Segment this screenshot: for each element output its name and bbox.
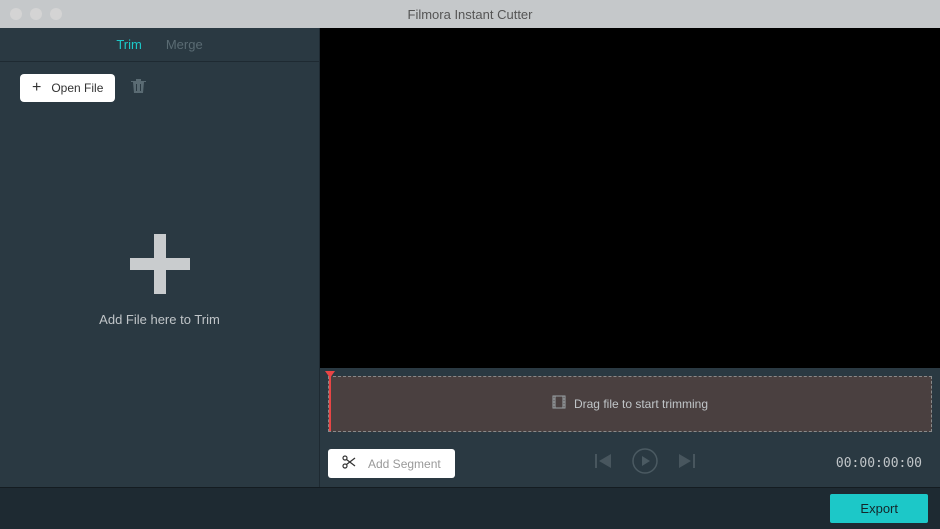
mode-tabs: Trim Merge [0,28,319,62]
playback-controls [455,448,836,479]
window-controls [10,8,62,20]
preview-area: Drag file to start trimming Add Segment [320,28,940,487]
scissors-icon [342,455,356,472]
tab-merge[interactable]: Merge [166,37,203,52]
playhead[interactable] [329,373,331,431]
prev-frame-button[interactable] [594,454,612,473]
sidebar: Trim Merge + Open File Add File here to … [0,28,320,487]
play-button[interactable] [632,448,658,479]
minimize-window-icon[interactable] [30,8,42,20]
playback-toolbar: Add Segment 00:00:00:00 [320,440,940,487]
close-window-icon[interactable] [10,8,22,20]
window-title: Filmora Instant Cutter [408,7,533,22]
drop-zone-label: Add File here to Trim [99,312,220,327]
add-segment-button[interactable]: Add Segment [328,449,455,478]
file-drop-zone[interactable]: Add File here to Trim [0,74,319,487]
export-button[interactable]: Export [830,494,928,523]
filmstrip-icon [552,395,566,414]
video-preview [320,28,940,368]
add-file-plus-icon[interactable] [130,234,190,294]
timecode: 00:00:00:00 [836,456,932,471]
footer: Export [0,487,940,529]
tab-trim[interactable]: Trim [116,37,142,52]
title-bar: Filmora Instant Cutter [0,0,940,28]
timeline-area: Drag file to start trimming [320,368,940,440]
main-area: Trim Merge + Open File Add File here to … [0,28,940,487]
timeline-placeholder-text: Drag file to start trimming [574,397,708,411]
next-frame-button[interactable] [678,454,696,473]
add-segment-label: Add Segment [368,457,441,471]
maximize-window-icon[interactable] [50,8,62,20]
timeline-track[interactable]: Drag file to start trimming [328,376,932,432]
